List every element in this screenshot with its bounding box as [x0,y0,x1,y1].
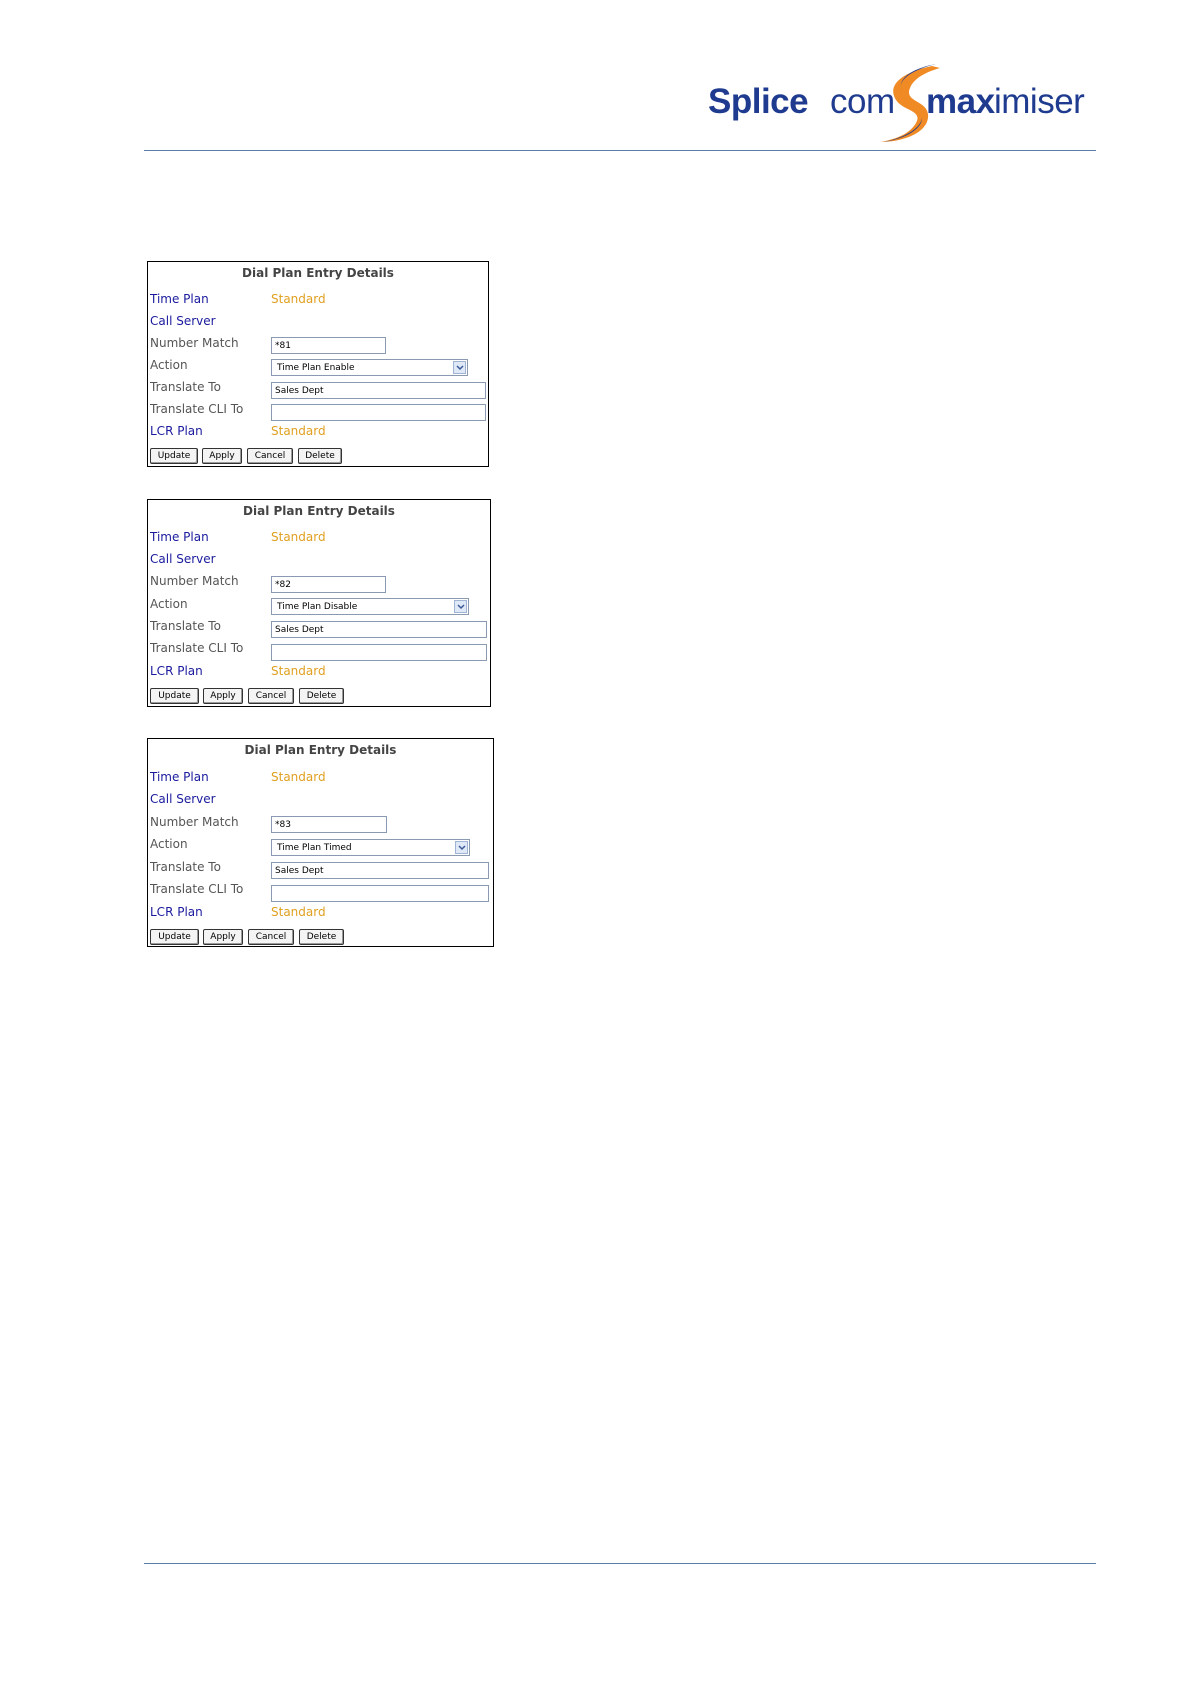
logo-splice-text: Splice [708,82,809,121]
logo-max-text: max [926,82,995,121]
dial-plan-entry-panel: Dial Plan Entry Details Time Plan Standa… [147,499,491,707]
delete-button[interactable]: Delete [299,688,344,704]
translate-to-input[interactable]: Sales Dept [271,382,486,399]
time-plan-value-link[interactable]: Standard [271,770,326,784]
action-selected-value: Time Plan Disable [277,602,358,612]
action-selected-value: Time Plan Enable [277,363,355,373]
time-plan-link[interactable]: Time Plan [150,530,209,544]
action-label: Action [150,597,188,611]
action-label: Action [150,837,188,851]
action-select[interactable]: Time Plan Disable [271,598,469,615]
action-select[interactable]: Time Plan Timed [271,839,470,856]
splicecom-maximiser-logo: Splice com max imiser [708,62,1098,144]
cancel-button[interactable]: Cancel [248,688,294,704]
action-selected-value: Time Plan Timed [277,843,352,853]
translate-to-label: Translate To [150,380,221,394]
translate-cli-to-label: Translate CLI To [150,882,244,896]
lcr-plan-value-link[interactable]: Standard [271,424,326,438]
lcr-plan-link[interactable]: LCR Plan [150,664,203,678]
footer-divider [144,1563,1096,1564]
action-label: Action [150,358,188,372]
call-server-link[interactable]: Call Server [150,552,216,566]
update-button[interactable]: Update [150,929,199,945]
number-match-input[interactable]: *81 [271,337,386,354]
translate-to-label: Translate To [150,619,221,633]
number-match-input[interactable]: *82 [271,576,386,593]
dropdown-arrow-icon[interactable] [453,361,466,374]
panel-title: Dial Plan Entry Details [243,504,395,518]
apply-button[interactable]: Apply [202,448,242,464]
translate-cli-to-input[interactable] [271,644,487,661]
translate-to-input[interactable]: Sales Dept [271,862,489,879]
update-button[interactable]: Update [150,448,198,464]
translate-cli-to-label: Translate CLI To [150,402,244,416]
logo-imiser-text: imiser [994,82,1085,121]
lcr-plan-link[interactable]: LCR Plan [150,424,203,438]
panel-title: Dial Plan Entry Details [244,743,397,757]
number-match-label: Number Match [150,815,239,829]
number-match-label: Number Match [150,574,239,588]
lcr-plan-link[interactable]: LCR Plan [150,905,203,919]
delete-button[interactable]: Delete [299,929,344,945]
call-server-link[interactable]: Call Server [150,314,216,328]
time-plan-link[interactable]: Time Plan [150,292,209,306]
dial-plan-entry-panel: Dial Plan Entry Details Time Plan Standa… [147,261,489,467]
time-plan-value-link[interactable]: Standard [271,530,326,544]
translate-cli-to-label: Translate CLI To [150,641,244,655]
translate-to-input[interactable]: Sales Dept [271,621,487,638]
header-divider [144,150,1096,151]
apply-button[interactable]: Apply [203,929,243,945]
cancel-button[interactable]: Cancel [247,448,293,464]
delete-button[interactable]: Delete [298,448,342,464]
translate-cli-to-input[interactable] [271,885,489,902]
update-button[interactable]: Update [150,688,199,704]
number-match-input[interactable]: *83 [271,816,387,833]
number-match-label: Number Match [150,336,239,350]
cancel-button[interactable]: Cancel [248,929,294,945]
translate-cli-to-input[interactable] [271,404,486,421]
dial-plan-entry-panel: Dial Plan Entry Details Time Plan Standa… [147,738,494,947]
panel-title: Dial Plan Entry Details [242,266,394,280]
apply-button[interactable]: Apply [203,688,243,704]
time-plan-value-link[interactable]: Standard [271,292,326,306]
dropdown-arrow-icon[interactable] [454,600,467,613]
time-plan-link[interactable]: Time Plan [150,770,209,784]
lcr-plan-value-link[interactable]: Standard [271,905,326,919]
action-select[interactable]: Time Plan Enable [271,359,468,376]
dropdown-arrow-icon[interactable] [455,841,468,854]
call-server-link[interactable]: Call Server [150,792,216,806]
translate-to-label: Translate To [150,860,221,874]
lcr-plan-value-link[interactable]: Standard [271,664,326,678]
